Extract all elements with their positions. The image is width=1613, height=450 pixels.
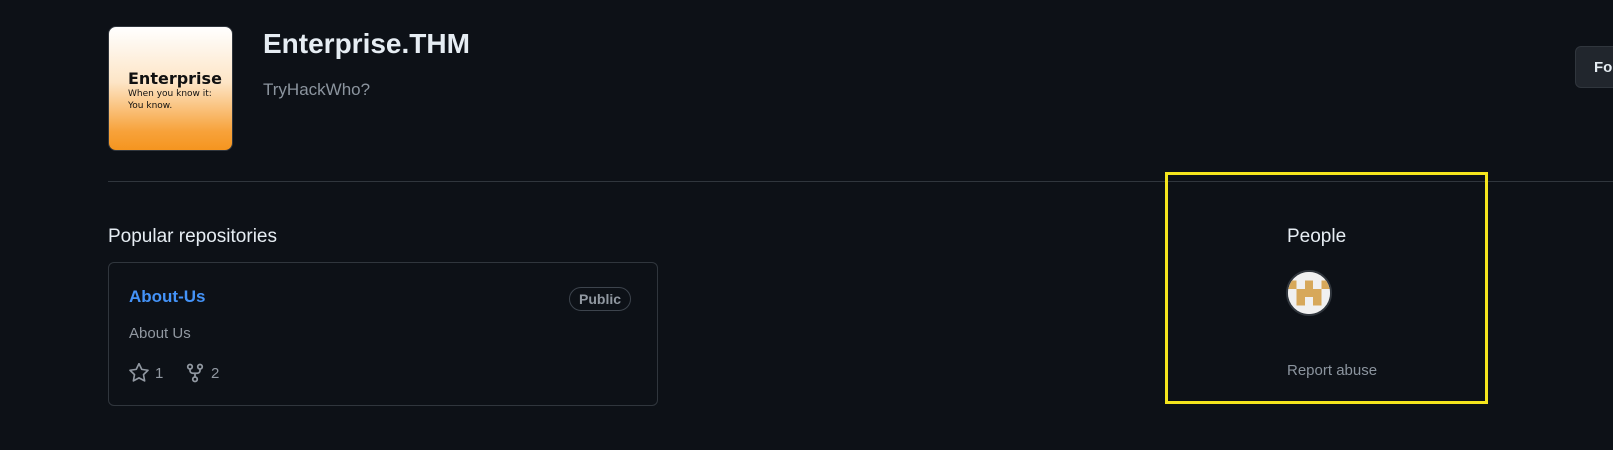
popular-repositories-title: Popular repositories [108,226,277,247]
org-logo: Enterprise When you know it: You know. [108,26,233,151]
logo-tagline-line-2: You know. [128,101,173,111]
fork-icon [186,363,204,383]
repo-description: About Us [129,325,191,342]
logo-tagline-line-1: When you know it: [128,89,212,99]
repo-forks-count: 2 [211,364,220,382]
follow-button[interactable]: Fo [1575,46,1613,88]
repo-stars-link[interactable]: 1 [129,363,163,383]
repo-forks-link[interactable]: 2 [185,363,219,383]
report-abuse-link[interactable]: Report abuse [1287,362,1377,379]
repo-stars-count: 1 [155,364,164,382]
repo-card: About-Us Public About Us 1 2 [108,262,658,406]
star-icon [129,363,149,382]
avatar-identicon [1288,272,1330,314]
logo-title: Enterprise [128,69,222,88]
org-name: Enterprise.THM [263,28,470,59]
visibility-badge: Public [569,287,632,311]
logo-tagline: When you know it: You know. [128,88,212,112]
people-title: People [1287,226,1347,247]
member-avatar[interactable] [1286,270,1332,316]
repo-name-link[interactable]: About-Us [129,287,205,307]
org-description: TryHackWho? [263,80,371,99]
